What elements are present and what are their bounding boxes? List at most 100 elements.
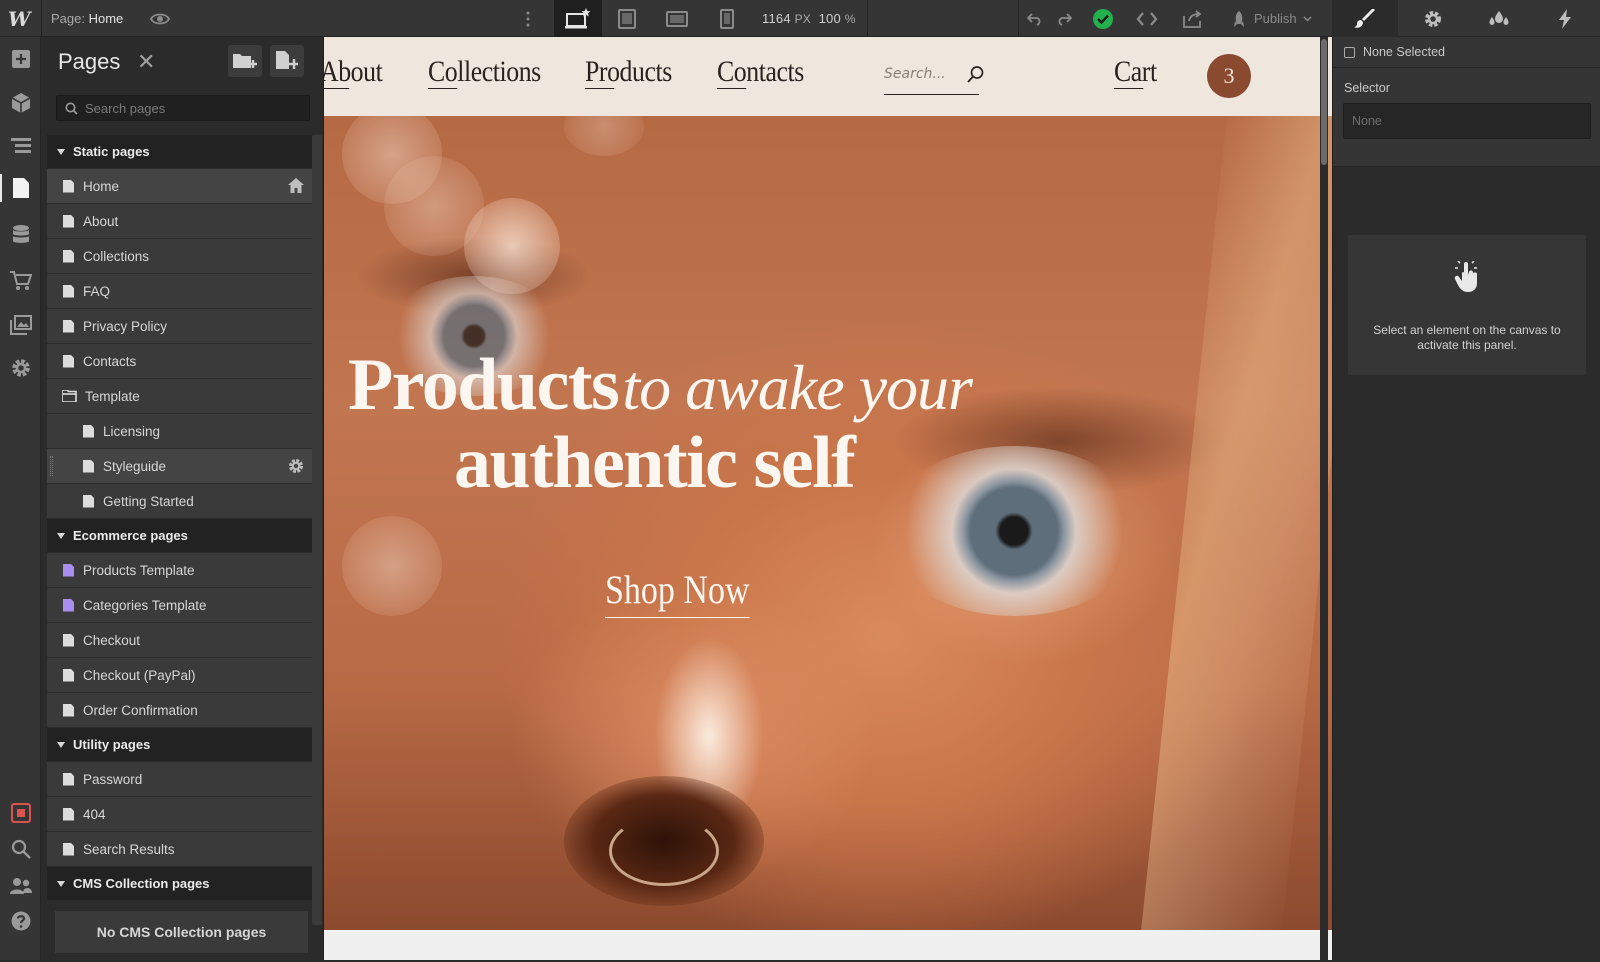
ecommerce-cart-icon[interactable]: [0, 261, 41, 301]
preview-eye-icon[interactable]: [143, 0, 177, 37]
close-icon[interactable]: ✕: [137, 50, 155, 74]
section-utility-pages[interactable]: Utility pages: [47, 728, 312, 762]
design-canvas[interactable]: About Collections Products Contacts Cart…: [324, 37, 1332, 960]
section-static-pages[interactable]: Static pages: [47, 135, 312, 169]
new-folder-button[interactable]: [228, 45, 262, 77]
page-item-search-results[interactable]: Search Results: [47, 832, 312, 867]
settings-panel-tab[interactable]: [1400, 0, 1466, 37]
page-item-about[interactable]: About: [47, 204, 312, 239]
page-item-licensing[interactable]: Licensing: [47, 414, 312, 449]
page-item-label: FAQ: [83, 283, 111, 299]
help-question-icon[interactable]: [0, 901, 41, 941]
site-search-field[interactable]: [884, 57, 979, 95]
pages-panel-header: Pages ✕: [41, 37, 323, 89]
canvas-scrollbar-thumb[interactable]: [1321, 39, 1327, 165]
page-search-input[interactable]: [85, 100, 295, 116]
code-export-icon[interactable]: [1130, 0, 1164, 37]
checkbox[interactable]: [1344, 46, 1355, 58]
page-settings-gear-icon[interactable]: [288, 458, 304, 474]
caret-down-icon: [57, 880, 65, 887]
caret-down-icon: [57, 741, 65, 748]
page-item-styleguide[interactable]: Styleguide: [47, 449, 312, 484]
cms-database-icon[interactable]: [0, 215, 41, 255]
folder-item-template[interactable]: Template: [47, 379, 312, 414]
mobile-landscape-breakpoint-icon[interactable]: [660, 0, 694, 37]
nav-link-contacts[interactable]: Contacts: [717, 55, 804, 89]
cart-count-badge[interactable]: 3: [1207, 54, 1251, 98]
tablet-breakpoint-icon[interactable]: [610, 0, 644, 37]
nav-link-products[interactable]: Products: [585, 55, 672, 89]
status-check-icon[interactable]: [1086, 0, 1120, 37]
publish-button[interactable]: Publish: [1226, 0, 1314, 37]
webflow-logo[interactable]: W: [8, 8, 32, 30]
interactions-panel-tab[interactable]: [1532, 0, 1598, 37]
page-item-404[interactable]: 404: [47, 797, 312, 832]
add-elements-icon[interactable]: [0, 39, 41, 79]
page-icon: [63, 179, 74, 193]
cart-link[interactable]: Cart: [1114, 55, 1157, 89]
page-item-checkout[interactable]: Checkout: [47, 623, 312, 658]
style-manager-panel-tab[interactable]: [1466, 0, 1532, 37]
page-item-label: Search Results: [83, 841, 175, 857]
width-unit: PX: [794, 12, 811, 26]
search-icon[interactable]: [967, 65, 985, 83]
page-item-label: About: [83, 213, 119, 229]
rocket-icon: [1234, 10, 1244, 27]
page-item-collections[interactable]: Collections: [47, 239, 312, 274]
share-icon[interactable]: [1176, 0, 1210, 37]
pages-panel-title: Pages: [58, 49, 121, 74]
new-page-button[interactable]: [270, 45, 304, 77]
pages-panel: Pages ✕ Static pages Home About: [41, 37, 324, 960]
pages-list: Static pages Home About Collections FAQ …: [47, 135, 312, 953]
selector-field[interactable]: [1343, 103, 1591, 139]
nav-link-about[interactable]: About: [324, 55, 383, 89]
page-item-checkout-paypal[interactable]: Checkout (PayPal): [47, 658, 312, 693]
page-item-order-confirmation[interactable]: Order Confirmation: [47, 693, 312, 728]
page-item-privacy-policy[interactable]: Privacy Policy: [47, 309, 312, 344]
page-item-categories-template[interactable]: Categories Template: [47, 588, 312, 623]
assets-images-icon[interactable]: [0, 305, 41, 345]
top-toolbar: W Page: Home 1164 PX 100 % Publish: [0, 0, 1600, 37]
page-item-faq[interactable]: FAQ: [47, 274, 312, 309]
audit-panel-icon[interactable]: [0, 793, 41, 833]
page-item-label: Categories Template: [83, 597, 207, 613]
section-cms-collection-pages[interactable]: CMS Collection pages: [47, 867, 312, 901]
template-page-icon: [63, 563, 74, 577]
current-page-indicator[interactable]: Page: Home: [51, 11, 123, 26]
users-collaborators-icon[interactable]: [0, 866, 41, 906]
page-item-label: Password: [83, 771, 143, 787]
project-settings-gear-icon[interactable]: [0, 348, 41, 388]
site-search-input[interactable]: [884, 66, 969, 82]
page-item-contacts[interactable]: Contacts: [47, 344, 312, 379]
page-item-products-template[interactable]: Products Template: [47, 553, 312, 588]
symbols-cube-icon[interactable]: [0, 83, 41, 123]
more-options-icon[interactable]: [511, 0, 545, 37]
page-item-label: Styleguide: [103, 458, 167, 474]
page-search-field[interactable]: [56, 95, 310, 121]
droplets-icon: [1489, 10, 1509, 25]
drag-handle[interactable]: [50, 456, 53, 476]
selector-input[interactable]: [1344, 104, 1590, 138]
selector-section: None Selected Selector: [1333, 37, 1600, 167]
pages-icon[interactable]: [0, 168, 41, 208]
section-ecommerce-pages[interactable]: Ecommerce pages: [47, 519, 312, 553]
page-item-password[interactable]: Password: [47, 762, 312, 797]
canvas-scrollbar[interactable]: [1320, 37, 1328, 962]
nav-link-collections[interactable]: Collections: [428, 55, 541, 89]
navigator-icon[interactable]: [0, 126, 41, 166]
next-section-preview[interactable]: [324, 930, 1332, 960]
redo-icon[interactable]: [1047, 0, 1081, 37]
page-item-home[interactable]: Home: [47, 169, 312, 204]
shop-now-link[interactable]: Shop Now: [605, 566, 750, 618]
style-panel-tab[interactable]: [1332, 0, 1398, 37]
page-icon: [63, 807, 74, 821]
none-selected-toggle[interactable]: None Selected: [1344, 45, 1445, 59]
search-icon[interactable]: [0, 829, 41, 869]
site-navbar[interactable]: About Collections Products Contacts Cart…: [324, 37, 1332, 116]
page-item-getting-started[interactable]: Getting Started: [47, 484, 312, 519]
mobile-portrait-breakpoint-icon[interactable]: [710, 0, 744, 37]
desktop-base-breakpoint-icon[interactable]: [554, 0, 602, 37]
hero-section[interactable]: Products to awake your authentic self Sh…: [324, 116, 1332, 930]
page-icon: [63, 703, 74, 717]
pages-panel-scrollbar[interactable]: [312, 135, 322, 925]
